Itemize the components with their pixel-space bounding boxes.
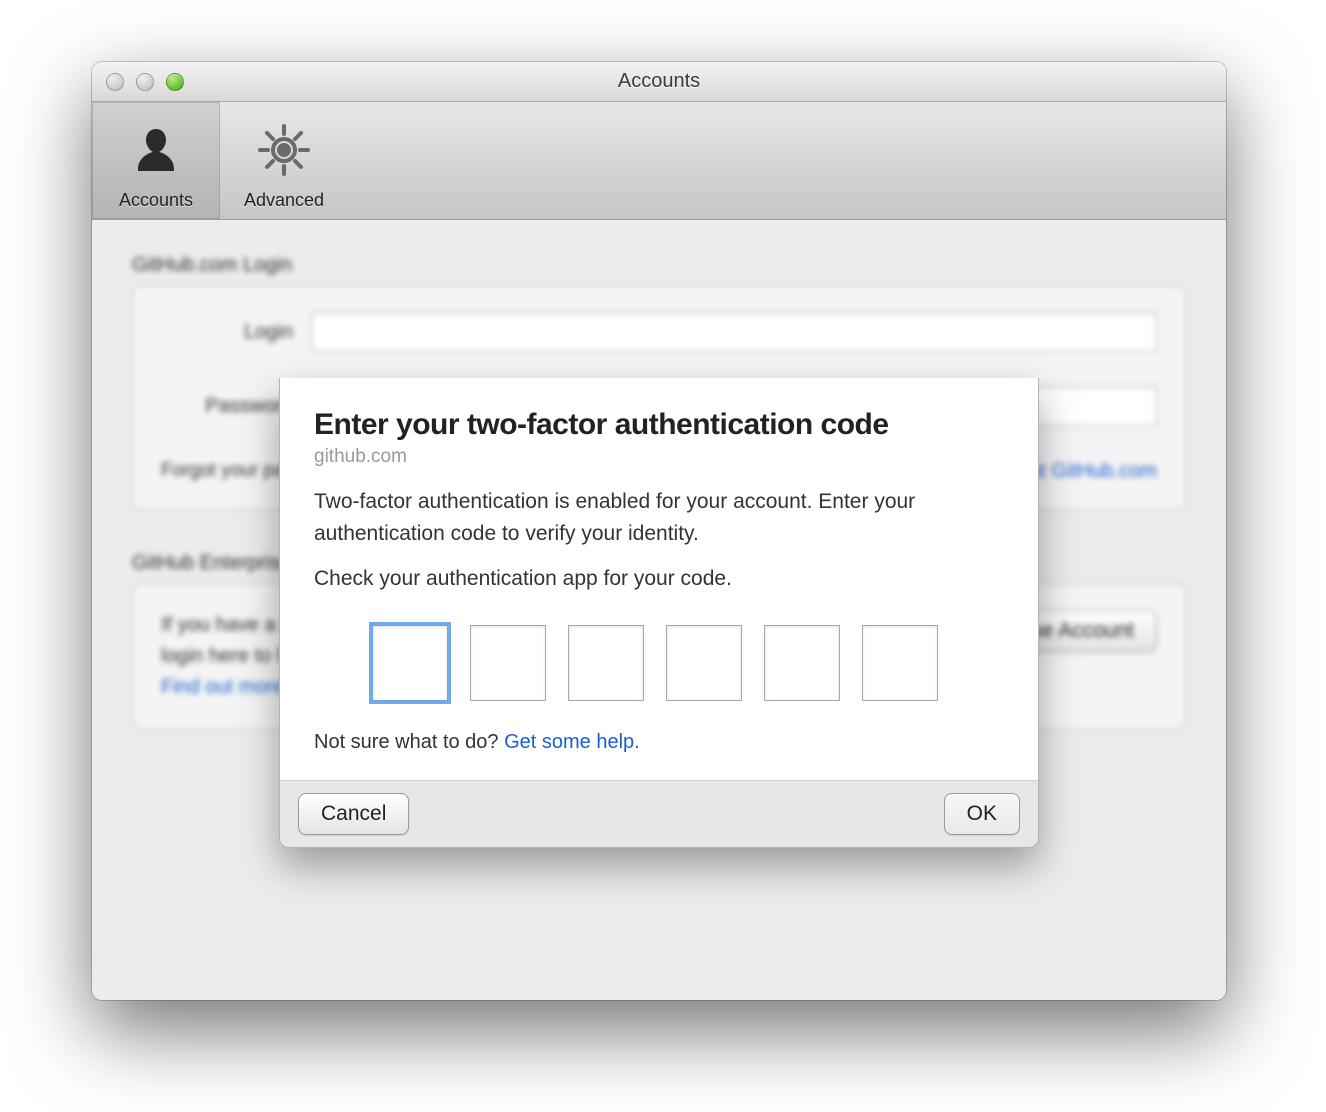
sheet-subtitle: github.com xyxy=(314,446,1004,468)
code-digit-1[interactable] xyxy=(372,625,448,701)
toolbar: Accounts xyxy=(92,102,1226,220)
code-digit-3[interactable] xyxy=(568,625,644,701)
body: GitHub.com Login Login Password Forgot y… xyxy=(92,220,1226,1000)
window-minimize-button[interactable] xyxy=(136,73,154,91)
login-label: Login xyxy=(161,321,311,344)
code-digit-6[interactable] xyxy=(862,625,938,701)
sheet-title: Enter your two-factor authentication cod… xyxy=(314,408,1004,442)
ok-button[interactable]: OK xyxy=(944,793,1020,835)
github-section-heading: GitHub.com Login xyxy=(132,254,1186,277)
preferences-window: Accounts Accounts xyxy=(92,62,1226,1000)
gear-icon xyxy=(256,122,312,178)
code-input-row xyxy=(372,625,1004,701)
login-field[interactable] xyxy=(311,312,1157,352)
help-prefix: Not sure what to do? xyxy=(314,731,504,753)
code-digit-2[interactable] xyxy=(470,625,546,701)
sheet-para-1: Two-factor authentication is enabled for… xyxy=(314,486,1004,549)
window-close-button[interactable] xyxy=(106,73,124,91)
code-digit-5[interactable] xyxy=(764,625,840,701)
tab-accounts[interactable]: Accounts xyxy=(92,102,220,219)
tab-accounts-label: Accounts xyxy=(119,190,193,211)
sheet-para-2: Check your authentication app for your c… xyxy=(314,563,1004,595)
two-factor-sheet: Enter your two-factor authentication cod… xyxy=(279,378,1039,848)
traffic-lights xyxy=(106,73,184,91)
sheet-footer: Cancel OK xyxy=(280,780,1038,847)
person-icon xyxy=(129,123,183,177)
tab-advanced[interactable]: Advanced xyxy=(220,102,348,219)
tab-advanced-label: Advanced xyxy=(244,190,324,211)
window-zoom-button[interactable] xyxy=(166,73,184,91)
code-digit-4[interactable] xyxy=(666,625,742,701)
cancel-button[interactable]: Cancel xyxy=(298,793,409,835)
titlebar: Accounts xyxy=(92,62,1226,102)
window-title: Accounts xyxy=(92,70,1226,93)
get-help-link[interactable]: Get some help. xyxy=(504,731,640,753)
